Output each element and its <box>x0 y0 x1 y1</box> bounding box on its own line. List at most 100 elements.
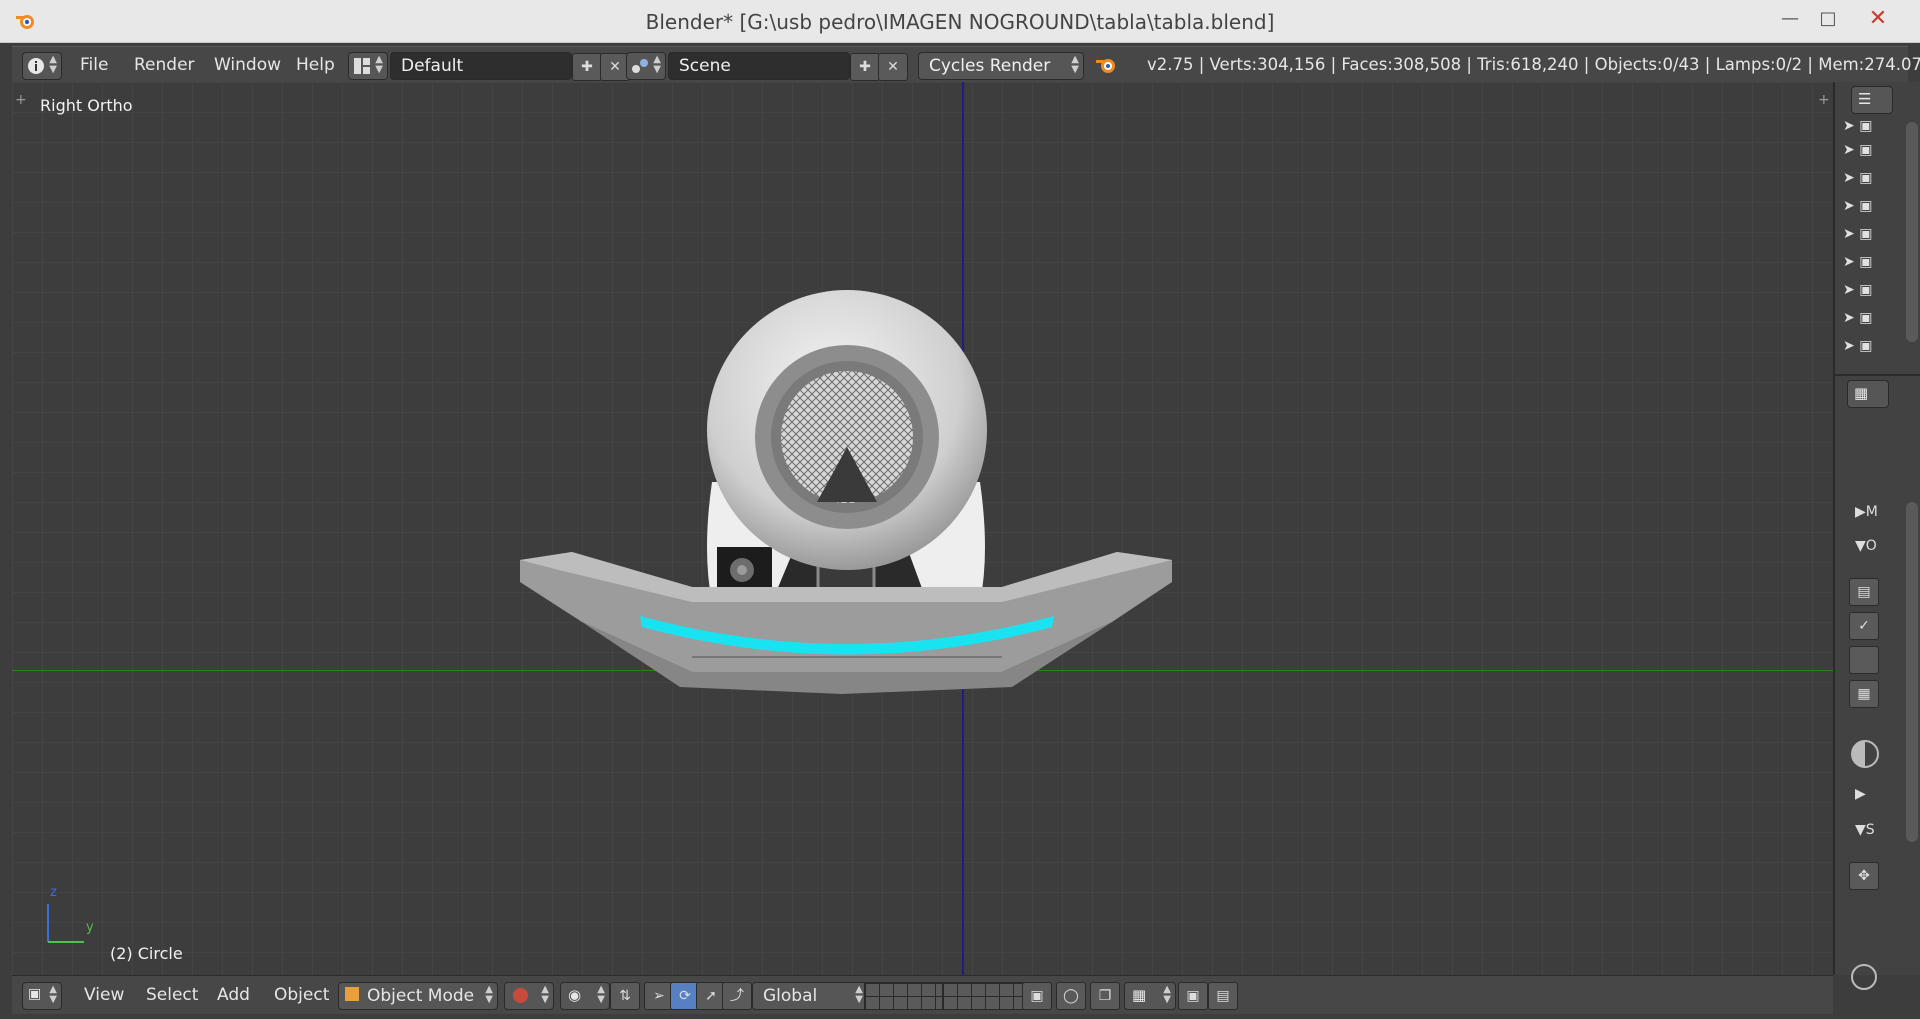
properties-scrollbar[interactable] <box>1906 502 1918 842</box>
cursor-arrow-icon: ➤ <box>1843 170 1855 186</box>
camera-icon: ▣ <box>1859 282 1873 298</box>
axis-y-label: y <box>86 920 94 935</box>
menu-add[interactable]: Add <box>217 976 250 1014</box>
blender-logo-icon <box>1096 59 1115 73</box>
camera-icon: ▣ <box>1859 142 1873 158</box>
scene-icon <box>632 59 648 73</box>
snap-grid-icon: ▦ <box>1132 986 1147 1004</box>
layer-buttons-a[interactable] <box>864 982 950 1010</box>
3d-view-header: ▣ ▲ ▼ View Select Add Object Object Mode … <box>12 975 1833 1014</box>
camera-icon: ▣ <box>1859 170 1873 186</box>
camera-icon: ▣ <box>1859 226 1873 242</box>
cursor-arrow-icon: ➤ <box>1843 310 1855 326</box>
layer-buttons-b[interactable] <box>942 982 1028 1010</box>
list-item[interactable]: ➤ ▣ <box>1843 254 1903 278</box>
list-item[interactable]: ➤ ▣ <box>1843 338 1903 362</box>
cursor-arrow-icon: ➤ <box>1843 226 1855 242</box>
half-circle-icon[interactable] <box>1851 740 1879 768</box>
scene-field[interactable]: Scene <box>668 52 850 80</box>
screen-layout-icon-button[interactable]: ▲ ▼ <box>348 52 388 80</box>
cursor-arrow-icon: ➤ <box>1843 142 1855 158</box>
menu-object[interactable]: Object <box>274 976 329 1014</box>
transform-icon[interactable]: ✥ <box>1849 862 1879 890</box>
list-item[interactable]: ➤ ▣ <box>1843 170 1903 194</box>
3d-model[interactable] <box>12 82 1833 975</box>
chevron-updown-icon: ▲ ▼ <box>855 984 863 1005</box>
toggle-icon[interactable] <box>1849 646 1879 674</box>
scene-icon-button[interactable]: ▲ ▼ <box>626 52 666 80</box>
texture-icon[interactable]: ▦ <box>1849 680 1879 708</box>
menu-help[interactable]: Help <box>296 47 335 83</box>
snap-toggle-icon[interactable]: ❐ <box>1090 982 1120 1010</box>
menu-render[interactable]: Render <box>134 47 195 83</box>
snap-element-dropdown[interactable]: ▦ ▲ ▼ <box>1124 982 1176 1010</box>
add-scene-icon[interactable]: ✚ <box>850 53 880 81</box>
outliner-icon: ☰ <box>1858 90 1872 108</box>
chevron-updown-icon: ▲ ▼ <box>653 54 661 75</box>
menu-window[interactable]: Window <box>214 47 281 83</box>
chevron-updown-icon: ▲ ▼ <box>541 984 549 1005</box>
outliner-editor-type-button[interactable]: ☰ <box>1851 86 1893 114</box>
menu-file[interactable]: File <box>80 47 108 83</box>
list-item[interactable]: ➤ ▣ <box>1843 226 1903 250</box>
pivot-point-dropdown[interactable]: ◉ ▲ ▼ <box>560 982 610 1010</box>
orientation-label: Global <box>763 986 818 1006</box>
screen-layout-field[interactable]: Default <box>390 52 572 80</box>
camera-icon: ▣ <box>1859 338 1873 354</box>
minimize-icon[interactable]: — <box>1770 6 1810 32</box>
axis-z-label: z <box>50 885 57 900</box>
3d-viewport[interactable]: + + Right Ortho z y (2) Circle <box>12 82 1833 975</box>
manipulator-toggle-icon[interactable]: ⇅ <box>610 982 640 1010</box>
cursor-arrow-icon: ➤ <box>1843 254 1855 270</box>
editor-type-info-button[interactable]: ▲ ▼ <box>22 52 62 80</box>
proportional-edit-icon[interactable]: ◯ <box>1056 982 1086 1010</box>
close-icon[interactable]: ✕ <box>1858 6 1898 32</box>
camera-icon: ▣ <box>1859 310 1873 326</box>
cursor-arrow-icon: ➤ <box>1843 338 1855 354</box>
camera-icon: ▣ <box>1859 118 1873 134</box>
render-engine-label: Cycles Render <box>929 56 1051 76</box>
window-title: Blender* [G:\usb pedro\IMAGEN NOGROUND\t… <box>645 10 1275 34</box>
clipboard-icon[interactable]: ▤ <box>1849 578 1879 606</box>
panel-header-label: S <box>1865 822 1875 838</box>
remove-scene-icon[interactable]: ✕ <box>878 53 908 81</box>
list-item[interactable]: ➤ ▣ <box>1843 198 1903 222</box>
outliner-scrollbar[interactable] <box>1906 122 1918 342</box>
list-item[interactable]: ➤ ▣ <box>1843 142 1903 166</box>
panel-header-collapsed[interactable]: ▶ <box>1855 786 1866 802</box>
lock-layers-icon[interactable]: ▣ <box>1022 982 1052 1010</box>
chevron-updown-icon: ▲ ▼ <box>375 54 383 75</box>
panel-header-s[interactable]: ▼S <box>1855 822 1875 838</box>
list-item[interactable]: ➤ ▣ <box>1843 282 1903 306</box>
scene-name: Scene <box>679 56 731 76</box>
panel-header-m[interactable]: ▶M <box>1855 504 1878 520</box>
clock-icon[interactable] <box>1851 964 1877 990</box>
mode-dropdown[interactable]: Object Mode ▲ ▼ <box>338 982 498 1010</box>
shading-sphere-icon <box>513 988 528 1003</box>
viewport-shading-dropdown[interactable]: ▲ ▼ <box>504 982 554 1010</box>
scene-statistics: v2.75 | Verts:304,156 | Faces:308,508 | … <box>1147 55 1920 74</box>
list-item[interactable]: ➤ ▣ <box>1843 310 1903 334</box>
editor-type-3dview-button[interactable]: ▣ ▲ ▼ <box>22 982 62 1010</box>
properties-editor-type-button[interactable]: ▦ <box>1847 380 1889 408</box>
camera-icon: ▣ <box>1859 198 1873 214</box>
chevron-updown-icon: ▲ ▼ <box>49 984 57 1005</box>
render-engine-dropdown[interactable]: Cycles Render ▲ ▼ <box>918 52 1084 80</box>
menu-view[interactable]: View <box>84 976 124 1014</box>
add-layout-icon[interactable]: ✚ <box>572 53 602 81</box>
window-title-bar: Blender* [G:\usb pedro\IMAGEN NOGROUND\t… <box>0 0 1920 43</box>
active-object-label: (2) Circle <box>110 944 183 963</box>
3d-view-icon: ▣ <box>28 986 42 1002</box>
transform-orientation-dropdown[interactable]: Global ▲ ▼ <box>752 982 868 1010</box>
render-animation-icon[interactable]: ▤ <box>1208 982 1238 1010</box>
list-item[interactable]: ➤ ▣ <box>1843 118 1903 142</box>
menu-select[interactable]: Select <box>146 976 198 1014</box>
cursor-arrow-icon: ➤ <box>1843 118 1855 134</box>
camera-icon: ▣ <box>1859 254 1873 270</box>
screen-layout-name: Default <box>401 56 464 76</box>
panel-header-o[interactable]: ▼O <box>1855 538 1877 554</box>
maximize-icon[interactable]: □ <box>1808 6 1848 32</box>
checkbox-icon[interactable]: ✓ <box>1849 612 1879 640</box>
manipulator-icon[interactable]: ⤴ <box>722 982 752 1010</box>
render-camera-icon[interactable]: ▣ <box>1178 982 1208 1010</box>
